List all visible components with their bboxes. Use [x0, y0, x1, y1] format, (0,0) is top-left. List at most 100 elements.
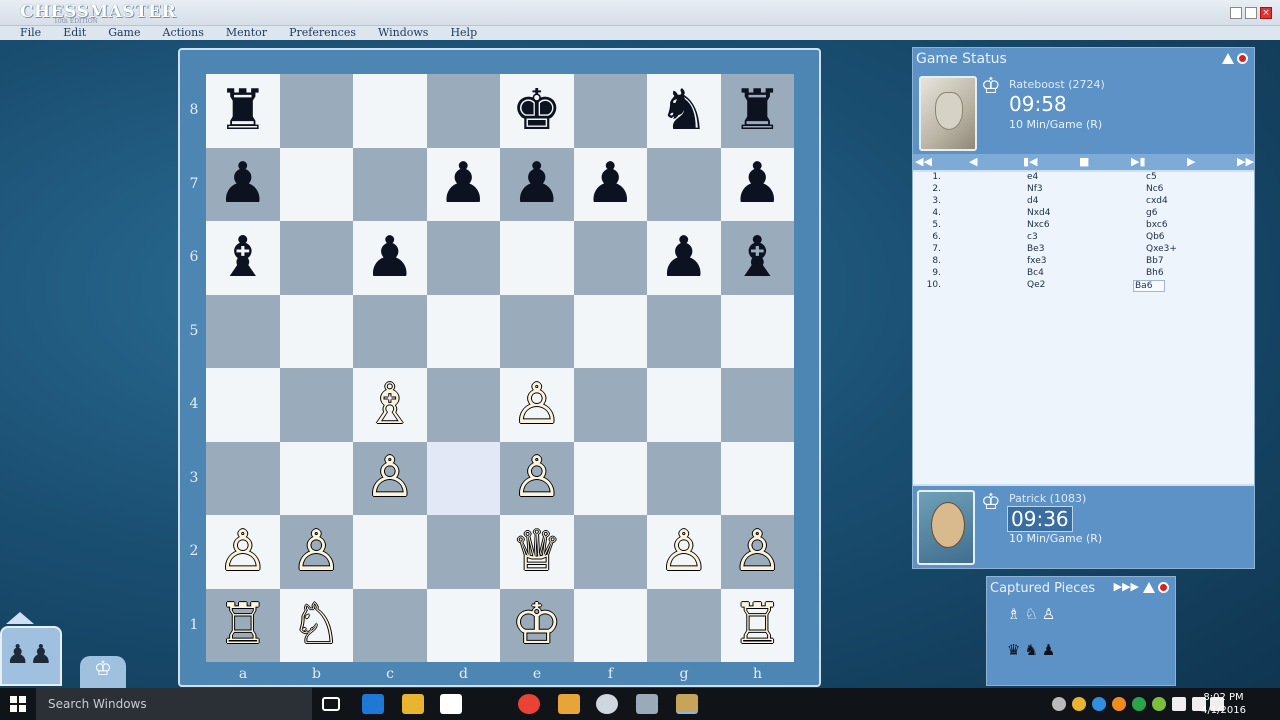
taskbar-search[interactable]: Search Windows	[36, 688, 312, 720]
square-f5[interactable]	[573, 294, 647, 368]
square-c8[interactable]	[353, 74, 427, 148]
square-c7[interactable]	[353, 147, 427, 221]
black-rook-icon[interactable]: ♜	[732, 82, 782, 139]
clock[interactable]: 8:02 PM 4/1/2016	[1201, 691, 1246, 717]
square-c2[interactable]	[353, 515, 427, 589]
black-move[interactable]: Qb6	[1146, 232, 1165, 242]
black-pawn-icon[interactable]: ♟	[732, 156, 782, 212]
square-a8[interactable]: ♜	[206, 74, 280, 148]
square-h3[interactable]	[720, 441, 794, 515]
square-g8[interactable]: ♞	[647, 74, 721, 148]
square-d1[interactable]	[426, 588, 500, 662]
alert-icon[interactable]	[1143, 582, 1155, 593]
app-icon[interactable]	[636, 694, 658, 714]
minimize-icon[interactable]	[1230, 7, 1242, 19]
move-row[interactable]: 2. Nf3 Nc6	[913, 184, 1254, 196]
white-pawn-icon[interactable]: ♙	[659, 523, 709, 580]
white-king-icon[interactable]: ♔	[512, 597, 562, 653]
first-move-icon[interactable]: ◀◀	[915, 155, 932, 169]
app-icon[interactable]	[558, 694, 580, 714]
square-d8[interactable]	[426, 74, 500, 148]
square-g1[interactable]	[647, 588, 721, 662]
close-panel-icon[interactable]	[1237, 53, 1248, 64]
move-row[interactable]: 10. Qe2 Ba6	[913, 280, 1254, 292]
square-a5[interactable]	[206, 294, 280, 368]
square-h6[interactable]: ♝	[720, 221, 794, 295]
square-d4[interactable]	[426, 368, 500, 442]
white-rook-icon[interactable]: ♖	[218, 597, 268, 653]
tray-icon[interactable]	[1112, 697, 1126, 711]
square-d2[interactable]	[426, 515, 500, 589]
square-a6[interactable]: ♝	[206, 221, 280, 295]
black-pawn-icon[interactable]: ♟	[218, 156, 268, 212]
black-knight-icon[interactable]: ♞	[659, 82, 709, 139]
square-b2[interactable]: ♙	[279, 515, 353, 589]
move-row[interactable]: 1. e4 c5	[913, 172, 1254, 184]
tray-icon[interactable]	[1072, 697, 1086, 711]
next-move-icon[interactable]: ▶	[1187, 155, 1195, 169]
white-move[interactable]: fxe3	[1027, 256, 1046, 266]
square-g5[interactable]	[647, 294, 721, 368]
move-row[interactable]: 5. Nxc6 bxc6	[913, 220, 1254, 232]
menu-file[interactable]: File	[20, 26, 41, 40]
menu-game[interactable]: Game	[108, 26, 140, 40]
king-icon[interactable]: ♔	[80, 656, 126, 688]
black-move[interactable]: Ba6	[1133, 280, 1166, 292]
square-a3[interactable]	[206, 441, 280, 515]
square-e3[interactable]: ♙	[500, 441, 574, 515]
square-a1[interactable]: ♖	[206, 588, 280, 662]
square-f3[interactable]	[573, 441, 647, 515]
black-move[interactable]: c5	[1146, 172, 1157, 182]
black-pawn-icon[interactable]: ♟	[585, 156, 635, 212]
square-b1[interactable]: ♘	[279, 588, 353, 662]
square-c3[interactable]: ♙	[353, 441, 427, 515]
square-c5[interactable]	[353, 294, 427, 368]
black-pawn-icon[interactable]: ♟	[365, 229, 415, 286]
white-pawn-icon[interactable]: ♙	[218, 523, 268, 580]
white-move[interactable]: Bc4	[1027, 268, 1044, 278]
black-move[interactable]: Nc6	[1146, 184, 1163, 194]
store-icon[interactable]	[440, 694, 462, 714]
square-f2[interactable]	[573, 515, 647, 589]
white-knight-icon[interactable]: ♘	[291, 597, 341, 653]
black-move[interactable]: cxd4	[1146, 196, 1168, 206]
square-a2[interactable]: ♙	[206, 515, 280, 589]
square-e7[interactable]: ♟	[500, 147, 574, 221]
menu-mentor[interactable]: Mentor	[226, 26, 267, 40]
square-e4[interactable]: ♙	[500, 368, 574, 442]
black-king-icon[interactable]: ♚	[512, 82, 562, 139]
square-f6[interactable]	[573, 221, 647, 295]
square-e5[interactable]	[500, 294, 574, 368]
mentor-widget[interactable]: ♟♟ ♔	[0, 612, 130, 688]
white-move[interactable]: Be3	[1027, 244, 1044, 254]
square-e1[interactable]: ♔	[500, 588, 574, 662]
chess-board[interactable]: ♜ ♚ ♞ ♜ ♟ ♟ ♟ ♟ ♟ ♝ ♟ ♟ ♝ ♗ ♙ ♙ ♙ ♙ ♙ ♕ ♙ ♙ ♖ ♘ ♔ ♖	[206, 74, 794, 662]
square-a4[interactable]	[206, 368, 280, 442]
move-row[interactable]: 7. Be3 Qxe3+	[913, 244, 1254, 256]
black-move[interactable]: Bh6	[1146, 268, 1164, 278]
white-pawn-icon[interactable]: ♙	[512, 376, 562, 433]
white-move[interactable]: d4	[1027, 196, 1038, 206]
square-d7[interactable]: ♟	[426, 147, 500, 221]
menu-edit[interactable]: Edit	[63, 26, 86, 40]
white-pawn-icon[interactable]: ♙	[732, 523, 782, 580]
app-icon[interactable]	[596, 694, 618, 714]
white-move[interactable]: Nf3	[1027, 184, 1043, 194]
file-explorer-icon[interactable]	[402, 694, 424, 714]
black-move[interactable]: Qxe3+	[1146, 244, 1177, 254]
tray-icon[interactable]	[1052, 697, 1066, 711]
black-rook-icon[interactable]: ♜	[218, 82, 268, 139]
menu-preferences[interactable]: Preferences	[289, 26, 356, 40]
square-f1[interactable]	[573, 588, 647, 662]
move-list[interactable]: 1. e4 c5 2. Nf3 Nc6 3. d4 cxd4 4. Nxd4 g6 5. Nxc6 bxc6…	[913, 172, 1254, 484]
black-move[interactable]: g6	[1146, 208, 1157, 218]
chrome-icon[interactable]	[518, 694, 540, 714]
black-bishop-icon[interactable]: ♝	[732, 229, 782, 286]
alert-icon[interactable]	[1222, 53, 1234, 64]
square-f8[interactable]	[573, 74, 647, 148]
white-pawn-icon[interactable]: ♙	[512, 450, 562, 506]
square-b3[interactable]	[279, 441, 353, 515]
square-h4[interactable]	[720, 368, 794, 442]
tray-icon[interactable]	[1132, 697, 1146, 711]
white-move[interactable]: Nxc6	[1027, 220, 1050, 230]
